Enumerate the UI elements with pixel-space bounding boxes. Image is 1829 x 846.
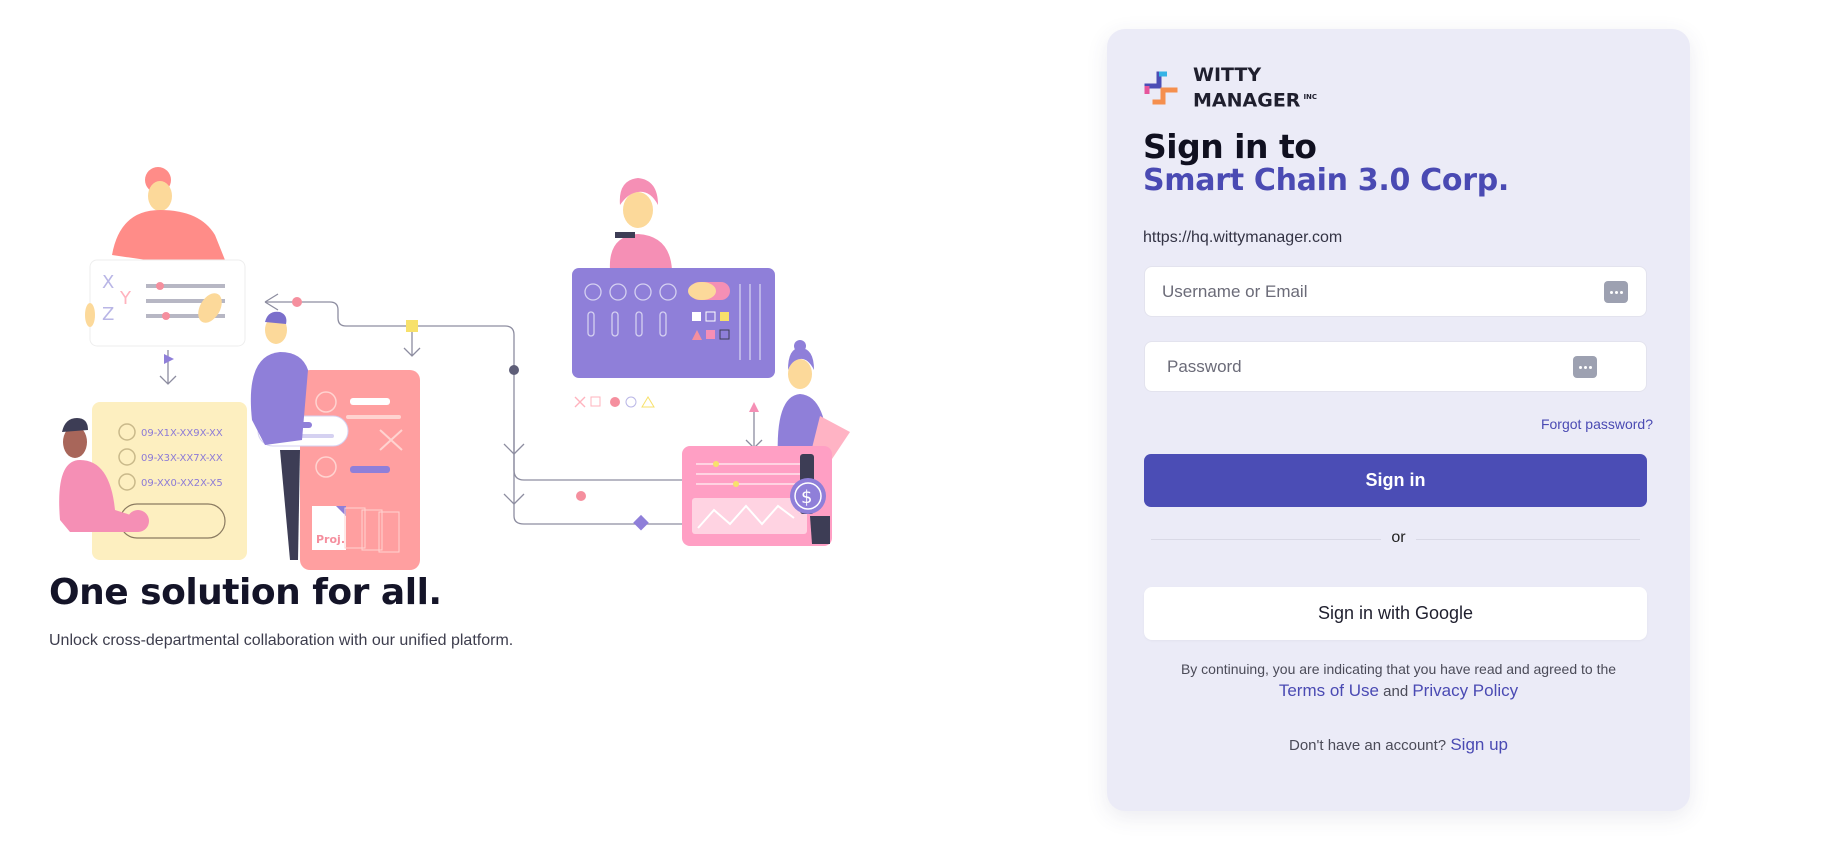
hero-headline: One solution for all. — [49, 572, 442, 613]
password-field[interactable] — [1144, 341, 1647, 392]
currency-icon: $ — [801, 487, 812, 508]
password-manager-icon[interactable] — [1604, 281, 1628, 303]
node-dot — [292, 297, 302, 307]
signin-card: WITTY MANAGER INC Sign in to Smart Chain … — [1107, 29, 1690, 811]
id-code: 09-X1X-XX9X-XX — [141, 428, 223, 439]
signup-link[interactable]: Sign up — [1450, 735, 1508, 754]
brand-name: WITTY MANAGER INC — [1193, 64, 1317, 111]
brand: WITTY MANAGER INC — [1143, 64, 1317, 111]
brand-line2: MANAGER — [1193, 89, 1301, 112]
figure-id-card: 09-X1X-XX9X-XX 09-X3X-XX7X-XX 09-XX0-XX2… — [59, 402, 247, 560]
node-diamond — [633, 514, 649, 531]
figure-xyz-card: X Y Z — [85, 167, 246, 347]
id-code: 09-XX0-XX2X-X5 — [141, 478, 223, 489]
org-url: https://hq.wittymanager.com — [1143, 229, 1343, 246]
password-input[interactable] — [1167, 356, 1587, 377]
or-separator: or — [1107, 529, 1690, 547]
org-name: Smart Chain 3.0 Corp. — [1143, 163, 1509, 198]
signup-prompt: Don't have an account? Sign up — [1107, 735, 1690, 755]
node-square — [406, 320, 418, 332]
terms-link[interactable]: Terms of Use — [1279, 681, 1379, 700]
figure-phone-card: Proj. — [250, 311, 420, 570]
privacy-link[interactable]: Privacy Policy — [1412, 681, 1518, 700]
witty-logo-icon — [1144, 71, 1178, 105]
no-account-text: Don't have an account? — [1289, 737, 1447, 754]
proj-doc-label: Proj. — [316, 533, 345, 546]
id-code: 09-X3X-XX7X-XX — [141, 453, 223, 464]
hero-subtext: Unlock cross-departmental collaboration … — [49, 632, 514, 649]
forgot-password-link[interactable]: Forgot password? — [1541, 416, 1653, 432]
brand-line1: WITTY — [1193, 64, 1262, 86]
letter-y: Y — [119, 288, 132, 309]
letter-z: Z — [102, 304, 114, 325]
signin-button[interactable]: Sign in — [1144, 454, 1647, 507]
and-label: and — [1383, 683, 1409, 700]
password-manager-icon[interactable] — [1573, 356, 1597, 378]
figure-dashboard — [565, 178, 775, 412]
legal-links: Terms of Use and Privacy Policy — [1107, 681, 1690, 701]
username-field[interactable] — [1144, 266, 1647, 317]
signin-title: Sign in to — [1143, 127, 1317, 166]
node-dot — [576, 491, 586, 501]
node-dot — [509, 365, 519, 375]
google-signin-button[interactable]: Sign in with Google — [1144, 587, 1647, 640]
brand-suffix: INC — [1303, 93, 1318, 101]
letter-x: X — [102, 272, 114, 293]
hero-illustration: X Y Z 09-X1X-XX9X-XX 09-X3X-XX7X-XX 09-X… — [59, 167, 850, 570]
or-label: or — [1381, 529, 1416, 546]
legal-notice: By continuing, you are indicating that y… — [1180, 661, 1617, 677]
username-input[interactable] — [1162, 281, 1582, 302]
